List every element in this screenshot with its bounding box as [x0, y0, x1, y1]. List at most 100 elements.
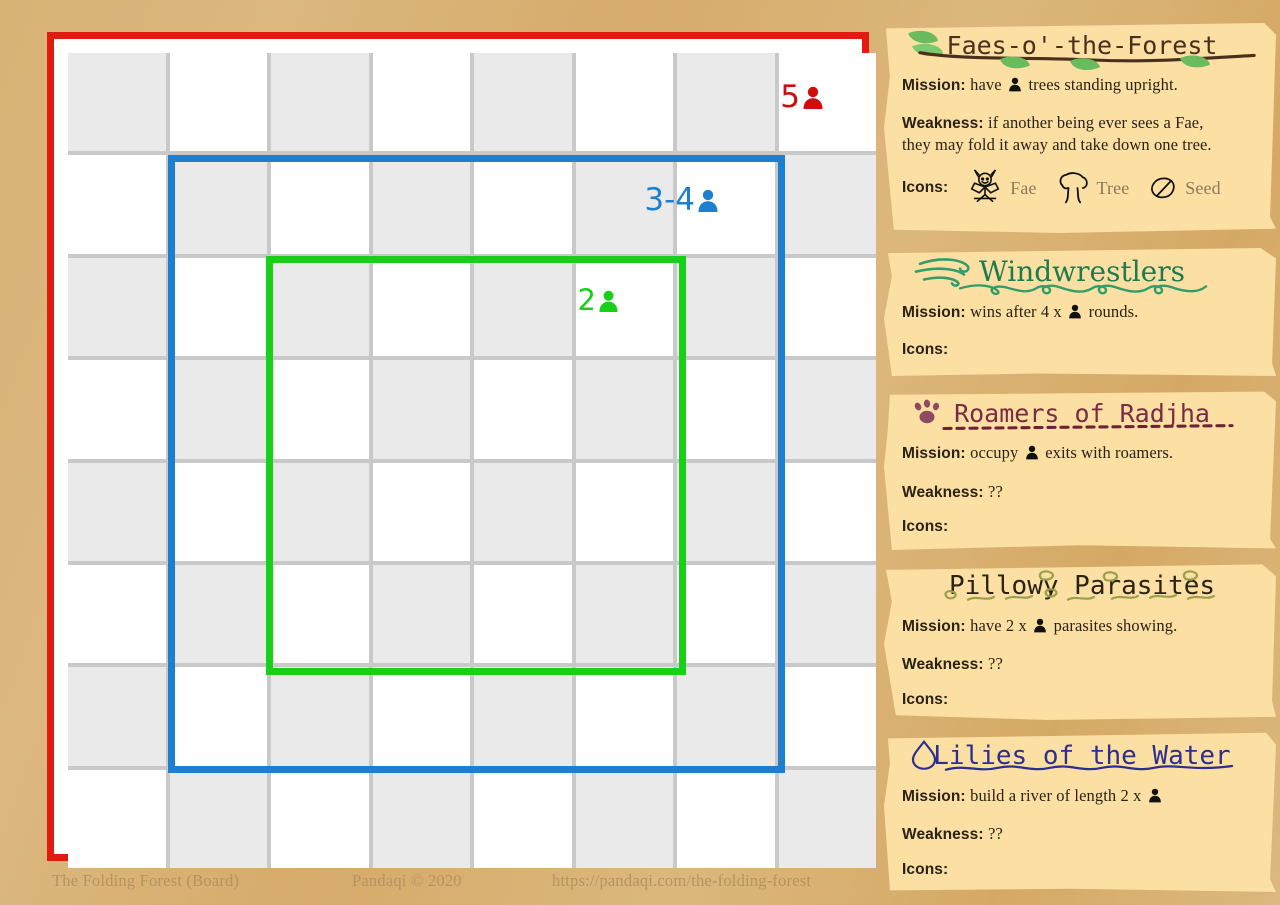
board-cell[interactable] [575, 564, 673, 664]
icon-entry-fae: Fae [966, 169, 1036, 207]
card-weakness-line: Weakness: ?? [902, 481, 1262, 503]
board-cell[interactable] [778, 462, 876, 561]
board-cell[interactable] [169, 564, 267, 664]
mission-label: Mission: [902, 445, 966, 463]
board-cell[interactable] [778, 667, 876, 766]
faction-card-pillowy-parasites[interactable]: Pillowy Parasites Mission: have 2 x para… [884, 564, 1276, 720]
board-cell[interactable] [271, 769, 369, 868]
faction-card-faes-o-the-forest[interactable]: Faes-o'-the-Forest Mission: have trees s [884, 23, 1276, 233]
board-cell[interactable] [575, 667, 673, 766]
icons-label: Icons: [902, 860, 949, 878]
icon-entry-tree: Tree [1055, 171, 1130, 205]
board-cell[interactable] [271, 667, 369, 766]
board-cell[interactable] [474, 564, 572, 664]
board-cell[interactable] [271, 462, 369, 561]
board-cell[interactable] [778, 257, 876, 357]
board-cell[interactable] [778, 360, 876, 459]
worm-squiggle-decoration [902, 568, 1262, 611]
board-cell[interactable] [169, 155, 267, 254]
faction-card-windwrestlers[interactable]: Windwrestlers Mission: wins after 4 x ro… [884, 248, 1276, 376]
icons-label: Icons: [902, 179, 949, 197]
card-title-roamers: Roamers of Radjha [902, 396, 1262, 438]
board-cell[interactable] [575, 360, 673, 459]
board-cell[interactable] [372, 257, 470, 357]
board-cell[interactable] [68, 769, 166, 868]
footer-url[interactable]: https://pandaqi.com/the-folding-forest [552, 871, 882, 891]
mission-text-before: have 2 x [970, 615, 1027, 635]
board-cell[interactable] [68, 462, 166, 561]
board-cell[interactable] [677, 53, 775, 152]
dashed-underline-decoration [902, 396, 1262, 438]
board-cell[interactable] [372, 667, 470, 766]
board-cell[interactable] [575, 462, 673, 561]
mission-text-before: wins after 4 x [970, 302, 1062, 322]
game-board[interactable]: 5 3-4 2 [40, 25, 876, 868]
board-cell[interactable] [778, 155, 876, 254]
board-cell[interactable] [271, 257, 369, 357]
card-icons-line: Icons: [902, 860, 1262, 880]
board-cell[interactable] [372, 564, 470, 664]
board-cell[interactable] [677, 360, 775, 459]
board-cell[interactable] [169, 769, 267, 868]
board-cell[interactable] [271, 360, 369, 459]
mission-text-after: rounds. [1088, 302, 1139, 322]
board-cell[interactable] [68, 564, 166, 664]
faction-card-roamers-of-radjha[interactable]: Roamers of Radjha Mission: occupy exits … [884, 391, 1276, 550]
mission-text-after: trees standing upright. [1028, 75, 1178, 95]
board-cell[interactable] [372, 155, 470, 254]
board-cell[interactable] [271, 564, 369, 664]
board-cell[interactable] [372, 360, 470, 459]
board-cell[interactable] [169, 360, 267, 459]
board-cell[interactable] [68, 155, 166, 254]
card-icons-line: Icons: [902, 169, 1262, 207]
board-cell[interactable] [372, 462, 470, 561]
board-grid[interactable] [68, 53, 876, 868]
board-cell[interactable] [271, 53, 369, 152]
board-cell[interactable] [474, 360, 572, 459]
board-cell[interactable] [677, 462, 775, 561]
faction-card-lilies-of-the-water[interactable]: Lilies of the Water Mission: build a riv… [884, 732, 1276, 892]
board-cell[interactable] [474, 257, 572, 357]
board-cell[interactable] [169, 257, 267, 357]
board-cell[interactable] [778, 564, 876, 664]
vine-underline-decoration [902, 254, 1262, 297]
board-cell[interactable] [372, 53, 470, 152]
board-cell[interactable] [474, 769, 572, 868]
tree-icon [1055, 171, 1091, 205]
board-cell[interactable] [677, 257, 775, 357]
board-cell[interactable] [169, 462, 267, 561]
board-cell[interactable] [575, 53, 673, 152]
mission-label: Mission: [902, 787, 966, 805]
board-cell[interactable] [68, 53, 166, 152]
board-cell[interactable] [68, 667, 166, 766]
board-cell[interactable] [677, 667, 775, 766]
page-root: 5 3-4 2 The Folding Forest (Board) Panda… [0, 0, 1280, 905]
board-cell[interactable] [575, 769, 673, 868]
board-cell[interactable] [271, 155, 369, 254]
weakness-text-2: they may fold it away and take down one … [902, 134, 1212, 154]
card-title-windwrestlers: Windwrestlers [902, 254, 1262, 297]
weakness-label: Weakness: [902, 483, 984, 501]
card-weakness-line: Weakness: ?? [902, 823, 1262, 845]
icon-label-seed: Seed [1185, 177, 1221, 198]
board-cell[interactable] [68, 360, 166, 459]
mission-text-before: build a river of length 2 x [970, 785, 1142, 805]
board-cell[interactable] [169, 667, 267, 766]
card-icons-line: Icons: [902, 340, 1262, 360]
board-cell[interactable] [474, 667, 572, 766]
icon-entry-seed: Seed [1147, 174, 1221, 202]
board-cell[interactable] [68, 257, 166, 357]
board-cell[interactable] [677, 564, 775, 664]
weakness-text: ?? [988, 481, 1003, 501]
board-cell[interactable] [474, 462, 572, 561]
weakness-label: Weakness: [902, 114, 984, 132]
board-cell[interactable] [474, 155, 572, 254]
footer-credit: Pandaqi © 2020 [352, 871, 462, 890]
board-cell[interactable] [778, 769, 876, 868]
board-cell[interactable] [169, 53, 267, 152]
board-cell[interactable] [474, 53, 572, 152]
zone-label-green: 2 [578, 283, 619, 317]
branch-underline-decoration [902, 28, 1262, 71]
board-cell[interactable] [372, 769, 470, 868]
board-cell[interactable] [677, 769, 775, 868]
